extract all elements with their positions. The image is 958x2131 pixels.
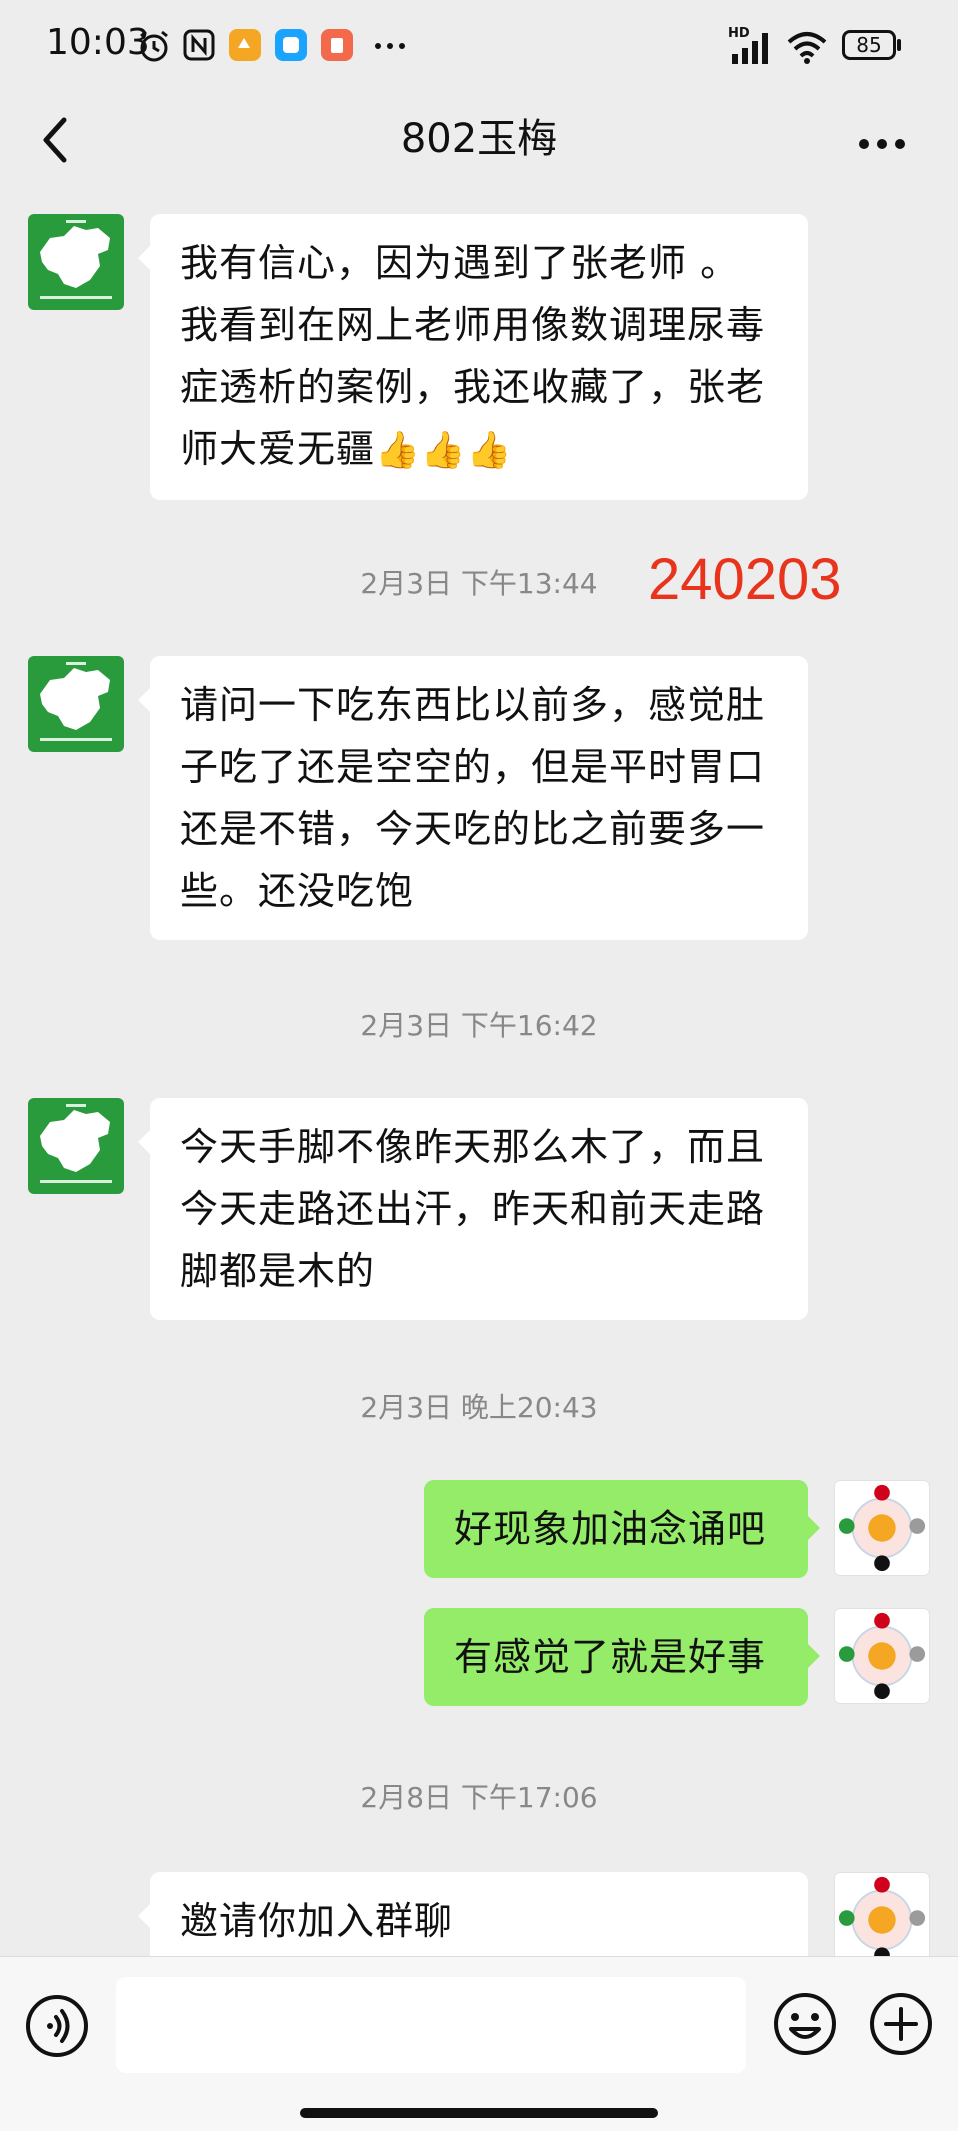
group-invite-card[interactable]: 邀请你加入群聊 — [138, 1872, 808, 1956]
china-map-icon — [40, 662, 112, 741]
nfc-icon — [183, 29, 215, 61]
wifi-icon — [787, 32, 827, 64]
china-map-icon — [40, 1104, 112, 1183]
status-time: 10:03 — [46, 22, 150, 63]
contact-avatar[interactable] — [28, 1098, 124, 1194]
signal-icon — [732, 33, 768, 64]
message-bubble-outgoing[interactable]: 有感觉了就是好事 — [424, 1608, 820, 1706]
contact-avatar[interactable] — [28, 214, 124, 310]
user-avatar[interactable] — [834, 1608, 930, 1704]
message-text: 有感觉了就是好事 — [454, 1635, 767, 1679]
battery-level: 85 — [856, 33, 882, 57]
timestamp: 2月8日 下午17:06 — [360, 1781, 598, 1814]
message-bubble-incoming[interactable]: 请问一下吃东西比以前多，感觉肚子吃了还是空空的，但是平时胃口还是不错，今天吃的比… — [138, 656, 808, 940]
more-dots-icon[interactable] — [842, 110, 922, 170]
five-elements-avatar-icon — [838, 1876, 926, 1956]
plus-icon[interactable] — [868, 1991, 934, 2057]
china-map-icon — [40, 220, 112, 299]
user-avatar[interactable] — [834, 1480, 930, 1576]
more-functions-button[interactable] — [868, 1991, 934, 2057]
message-text: 今天手脚不像昨天那么木了，而且今天走路还出汗，昨天和前天走路脚都是木的 — [180, 1125, 766, 1293]
battery-tip — [897, 39, 901, 51]
timestamp: 2月3日 下午16:42 — [360, 1009, 598, 1042]
date-stamp-annotation: 240203 — [648, 547, 842, 612]
more-options-button[interactable] — [842, 110, 922, 170]
chat-title: 802玉梅 — [400, 116, 558, 162]
app-notification-icon — [275, 29, 307, 61]
status-bar: 10:03 HD 85 — [0, 0, 958, 92]
input-bar — [0, 1956, 958, 2131]
five-elements-avatar-icon — [838, 1612, 926, 1700]
app-notification-icon — [229, 29, 261, 61]
message-bubble-incoming[interactable]: 今天手脚不像昨天那么木了，而且今天走路还出汗，昨天和前天走路脚都是木的 — [138, 1098, 808, 1320]
home-indicator[interactable] — [300, 2108, 658, 2118]
message-text: 邀请你加入群聊 — [180, 1899, 454, 1943]
message-bubble-incoming[interactable]: 我有信心，因为遇到了张老师 。我看到在网上老师用像数调理尿毒症透析的案例，我还收… — [138, 214, 808, 500]
contact-avatar[interactable] — [28, 656, 124, 752]
message-text: 好现象加油念诵吧 — [454, 1507, 767, 1551]
smiley-icon[interactable] — [772, 1991, 838, 2057]
message-input[interactable] — [116, 1977, 746, 2073]
more-notifications-icon — [375, 43, 405, 49]
emoji-button[interactable] — [772, 1991, 838, 2057]
battery-indicator: 85 — [842, 30, 896, 60]
chat-header: 802玉梅 — [0, 92, 958, 192]
user-avatar[interactable] — [834, 1872, 930, 1956]
voice-icon[interactable] — [24, 1993, 90, 2059]
app-notification-icon — [321, 29, 353, 61]
alarm-icon — [140, 30, 168, 62]
voice-button[interactable] — [24, 1993, 90, 2059]
message-text: 请问一下吃东西比以前多，感觉肚子吃了还是空空的，但是平时胃口还是不错，今天吃的比… — [180, 683, 766, 913]
message-list[interactable]: 我有信心，因为遇到了张老师 。我看到在网上老师用像数调理尿毒症透析的案例，我还收… — [0, 192, 958, 1956]
message-bubble-outgoing[interactable]: 好现象加油念诵吧 — [424, 1480, 820, 1578]
five-elements-avatar-icon — [838, 1484, 926, 1572]
timestamp: 2月3日 晚上20:43 — [360, 1391, 598, 1424]
thumbs-up-emoji: 👍👍👍 — [375, 430, 513, 471]
